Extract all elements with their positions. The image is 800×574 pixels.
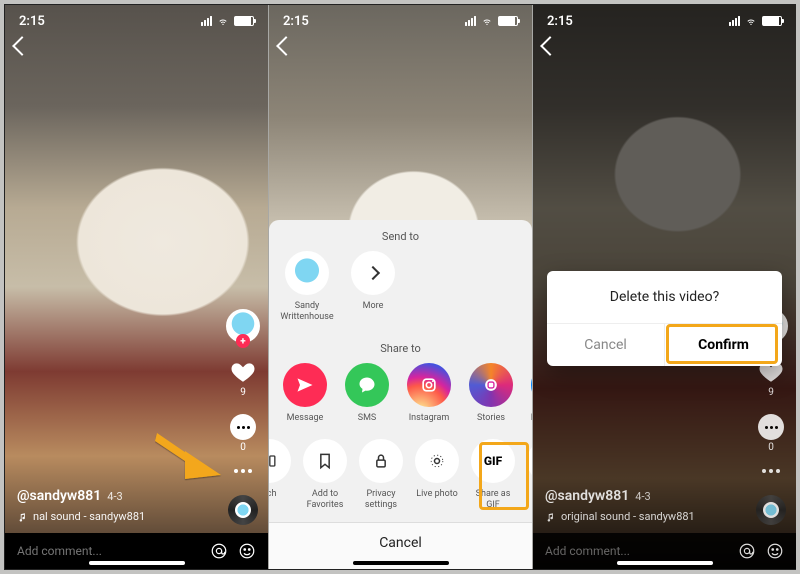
wifi-icon: [744, 16, 758, 26]
more-dots-icon: [762, 469, 780, 473]
action-delete[interactable]: Delete: [527, 439, 532, 499]
signal-icon: [465, 16, 476, 26]
action-favorites[interactable]: Add to Favorites: [303, 439, 347, 510]
delete-dialog: Delete this video? Cancel Confirm: [547, 271, 782, 366]
messenger-icon: [531, 363, 532, 407]
back-button[interactable]: [279, 39, 293, 53]
stitch-icon: [269, 439, 291, 483]
sound-disc[interactable]: [756, 495, 786, 525]
stories-icon: [469, 363, 513, 407]
home-indicator: [617, 561, 713, 565]
comment-input[interactable]: [545, 544, 728, 558]
status-time: 2:15: [283, 14, 309, 29]
send-more[interactable]: More: [349, 251, 397, 311]
video-meta: @sandyw881 4-3 nal sound - sandyw881: [17, 488, 145, 523]
bookmark-icon: [303, 439, 347, 483]
music-note-icon: [17, 512, 27, 522]
send-to-title: Send to: [269, 220, 532, 251]
username-row[interactable]: @sandyw881 4-3: [545, 488, 695, 504]
sms-icon: [345, 363, 389, 407]
sound-disc[interactable]: [228, 495, 258, 525]
status-bar: 2:15: [269, 11, 532, 31]
comment-count: 0: [768, 442, 774, 453]
contact-avatar-icon: [285, 251, 329, 295]
phone-screen-2: 2:15 Send to Sandy Writtenhouse More: [269, 5, 532, 569]
status-time: 2:15: [19, 14, 45, 29]
sound-row[interactable]: nal sound - sandyw881: [17, 510, 145, 523]
action-gif[interactable]: GIF Share as GIF: [471, 439, 515, 510]
dialog-cancel[interactable]: Cancel: [547, 324, 665, 366]
video-meta: @sandyw881 4-3 original sound - sandyw88…: [545, 488, 695, 523]
battery-icon: [498, 16, 518, 26]
username-row[interactable]: @sandyw881 4-3: [17, 488, 145, 504]
like-count: 9: [240, 387, 246, 398]
livephoto-icon: [415, 439, 459, 483]
annotation-arrow: [155, 431, 225, 483]
phone-screen-1: 2:15 + 9 0: [5, 5, 268, 569]
like-count: 9: [768, 387, 774, 398]
comment-bubble-icon: [230, 414, 256, 440]
instagram-icon: [407, 363, 451, 407]
chevron-left-icon: [276, 36, 296, 56]
share-to-title: Share to: [269, 332, 532, 363]
more-dots-icon: [234, 469, 252, 473]
home-indicator: [89, 561, 185, 565]
action-rail: + 9 0: [226, 309, 260, 525]
back-button[interactable]: [15, 39, 29, 53]
wifi-icon: [480, 16, 494, 26]
more-button[interactable]: [234, 469, 252, 473]
profile-avatar[interactable]: +: [226, 309, 260, 343]
lock-icon: [359, 439, 403, 483]
share-messenger[interactable]: Messenger: [531, 363, 532, 423]
status-indicators: [465, 16, 518, 26]
status-bar: 2:15: [5, 11, 268, 31]
home-indicator: [353, 561, 449, 565]
gif-icon: GIF: [471, 439, 515, 483]
mention-icon[interactable]: [210, 542, 228, 560]
signal-icon: [729, 16, 740, 26]
comment-count: 0: [240, 442, 246, 453]
dialog-title: Delete this video?: [547, 271, 782, 323]
music-note-icon: [545, 512, 555, 522]
status-bar: 2:15: [533, 11, 796, 31]
back-button[interactable]: [543, 39, 557, 53]
share-sheet: Send to Sandy Writtenhouse More Share to…: [269, 220, 532, 569]
comment-button[interactable]: 0: [230, 414, 256, 453]
chevron-left-icon: [540, 36, 560, 56]
message-icon: [283, 363, 327, 407]
phone-screen-3: 2:15 + 9 0 @sandyw881 4-3: [533, 5, 796, 569]
more-chevron-icon: [351, 251, 395, 295]
trash-icon: [527, 439, 532, 483]
like-button[interactable]: 9: [230, 359, 256, 398]
comment-button[interactable]: 0: [758, 414, 784, 453]
share-sms[interactable]: SMS: [345, 363, 389, 423]
share-instagram[interactable]: Instagram: [407, 363, 451, 423]
mention-icon[interactable]: [738, 542, 756, 560]
more-button[interactable]: [762, 469, 780, 473]
heart-icon: [230, 359, 256, 385]
send-contact[interactable]: Sandy Writtenhouse: [283, 251, 331, 322]
share-message[interactable]: Message: [283, 363, 327, 423]
share-stories[interactable]: Stories: [469, 363, 513, 423]
comment-input[interactable]: [17, 544, 200, 558]
action-stitch[interactable]: itch: [269, 439, 291, 499]
status-time: 2:15: [547, 14, 573, 29]
emoji-icon[interactable]: [766, 542, 784, 560]
action-privacy[interactable]: Privacy settings: [359, 439, 403, 510]
comment-bubble-icon: [758, 414, 784, 440]
action-livephoto[interactable]: Live photo: [415, 439, 459, 499]
dialog-confirm[interactable]: Confirm: [665, 324, 782, 366]
signal-icon: [201, 16, 212, 26]
emoji-icon[interactable]: [238, 542, 256, 560]
battery-icon: [762, 16, 782, 26]
status-indicators: [201, 16, 254, 26]
battery-icon: [234, 16, 254, 26]
status-indicators: [729, 16, 782, 26]
chevron-left-icon: [12, 36, 32, 56]
follow-plus-icon[interactable]: +: [236, 334, 250, 348]
sound-row[interactable]: original sound - sandyw881: [545, 510, 695, 523]
wifi-icon: [216, 16, 230, 26]
